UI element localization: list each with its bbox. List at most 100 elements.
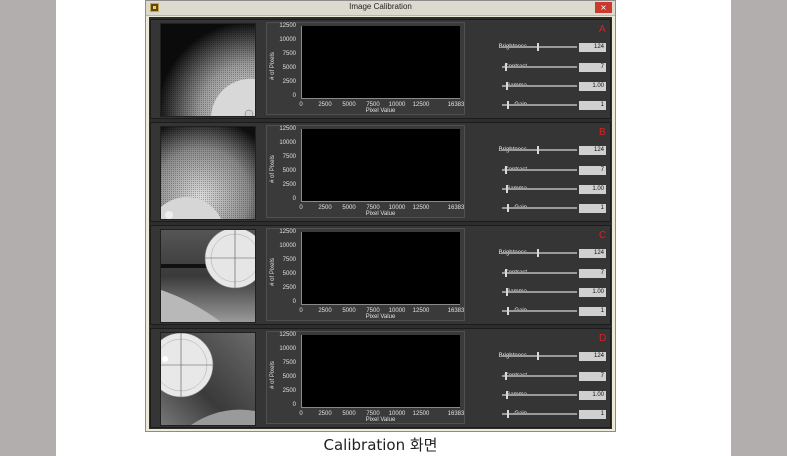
- client-area: # of Pixels 12500 10000 7500 5000 2500 0…: [149, 17, 612, 429]
- gamma-slider[interactable]: [502, 82, 577, 90]
- contrast-value-field[interactable]: 7: [579, 63, 606, 72]
- gamma-slider[interactable]: [502, 185, 577, 193]
- slider-knob[interactable]: [537, 146, 539, 154]
- slider-knob[interactable]: [537, 352, 539, 360]
- slider-knob[interactable]: [537, 249, 539, 257]
- left-margin: [0, 0, 56, 456]
- y-tick: 2500: [282, 79, 296, 85]
- y-tick: 5000: [282, 374, 296, 380]
- y-tick: 10000: [279, 140, 296, 146]
- slider-knob[interactable]: [506, 391, 508, 399]
- y-tick: 7500: [282, 51, 296, 57]
- y-tick: 0: [292, 299, 296, 305]
- y-axis-line: [301, 129, 302, 202]
- slider-knob[interactable]: [506, 82, 508, 90]
- histogram-x-label: Pixel Value: [365, 314, 396, 320]
- histogram: # of Pixels 12500 10000 7500 5000 2500 0…: [266, 125, 465, 218]
- brightness-value-field[interactable]: 124: [579, 43, 606, 52]
- camera-image-thumbnail: [160, 126, 256, 220]
- histogram-y-label: # of Pixels: [270, 258, 276, 286]
- brightness-slider[interactable]: [502, 249, 577, 257]
- y-tick: 2500: [282, 388, 296, 394]
- contrast-value-field[interactable]: 7: [579, 269, 606, 278]
- gain-value-field[interactable]: 1: [579, 307, 606, 316]
- y-tick: 12500: [279, 23, 296, 29]
- camera-image-thumbnail: [160, 332, 256, 426]
- brightness-slider[interactable]: [502, 352, 577, 360]
- panel-letter: D: [599, 333, 607, 344]
- y-axis-line: [301, 232, 302, 305]
- y-tick: 2500: [282, 285, 296, 291]
- gamma-value-field[interactable]: 1.00: [579, 82, 606, 91]
- y-tick: 12500: [279, 332, 296, 338]
- y-tick: 0: [292, 196, 296, 202]
- brightness-value-field[interactable]: 124: [579, 352, 606, 361]
- x-axis-line: [301, 201, 460, 202]
- y-tick: 5000: [282, 271, 296, 277]
- y-tick: 7500: [282, 360, 296, 366]
- histogram: # of Pixels 12500 10000 7500 5000 2500 0…: [266, 228, 465, 321]
- brightness-slider[interactable]: [502, 146, 577, 154]
- contrast-slider[interactable]: [502, 372, 577, 380]
- gamma-value-field[interactable]: 1.00: [579, 288, 606, 297]
- y-tick: 12500: [279, 229, 296, 235]
- x-axis-line: [301, 407, 460, 408]
- histogram-y-label: # of Pixels: [270, 52, 276, 80]
- gain-slider[interactable]: [502, 307, 577, 315]
- slider-knob[interactable]: [507, 307, 509, 315]
- contrast-slider[interactable]: [502, 63, 577, 71]
- y-tick: 10000: [279, 37, 296, 43]
- y-axis-line: [301, 335, 302, 408]
- close-button[interactable]: ×: [595, 2, 612, 13]
- slider-knob[interactable]: [505, 269, 507, 277]
- gamma-value-field[interactable]: 1.00: [579, 185, 606, 194]
- gain-value-field[interactable]: 1: [579, 101, 606, 110]
- y-tick: 0: [292, 402, 296, 408]
- gain-slider[interactable]: [502, 101, 577, 109]
- contrast-slider[interactable]: [502, 166, 577, 174]
- brightness-slider[interactable]: [502, 43, 577, 51]
- panel-letter: A: [599, 24, 606, 35]
- brightness-value-field[interactable]: 124: [579, 249, 606, 258]
- histogram-y-label: # of Pixels: [270, 361, 276, 389]
- calibration-panel-b: # of Pixels 12500 10000 7500 5000 2500 0…: [150, 122, 611, 222]
- histogram: # of Pixels 12500 10000 7500 5000 2500 0…: [266, 22, 465, 115]
- slider-knob[interactable]: [507, 204, 509, 212]
- calibration-panel-c: # of Pixels 12500 10000 7500 5000 2500 0…: [150, 225, 611, 325]
- contrast-value-field[interactable]: 7: [579, 372, 606, 381]
- slider-knob[interactable]: [506, 185, 508, 193]
- slider-knob[interactable]: [505, 63, 507, 71]
- x-axis-line: [301, 98, 460, 99]
- slider-knob[interactable]: [507, 410, 509, 418]
- gamma-value-field[interactable]: 1.00: [579, 391, 606, 400]
- gain-slider[interactable]: [502, 410, 577, 418]
- y-tick: 10000: [279, 243, 296, 249]
- gain-value-field[interactable]: 1: [579, 410, 606, 419]
- y-tick: 10000: [279, 346, 296, 352]
- panel-letter: C: [599, 230, 607, 241]
- gamma-slider[interactable]: [502, 288, 577, 296]
- slider-knob[interactable]: [505, 372, 507, 380]
- window-title: Image Calibration: [349, 2, 412, 11]
- brightness-value-field[interactable]: 124: [579, 146, 606, 155]
- slider-knob[interactable]: [507, 101, 509, 109]
- histogram-x-label: Pixel Value: [365, 108, 396, 114]
- y-axis-line: [301, 26, 302, 99]
- gain-slider[interactable]: [502, 204, 577, 212]
- histogram-x-label: Pixel Value: [365, 417, 396, 423]
- camera-image-thumbnail: [160, 229, 256, 323]
- contrast-value-field[interactable]: 7: [579, 166, 606, 175]
- contrast-slider[interactable]: [502, 269, 577, 277]
- title-bar[interactable]: Image Calibration ×: [146, 1, 615, 16]
- y-tick: 5000: [282, 168, 296, 174]
- histogram-plot: [301, 335, 460, 407]
- y-tick: 12500: [279, 126, 296, 132]
- slider-knob[interactable]: [505, 166, 507, 174]
- gain-value-field[interactable]: 1: [579, 204, 606, 213]
- histogram-x-label: Pixel Value: [365, 211, 396, 217]
- slider-knob[interactable]: [537, 43, 539, 51]
- y-tick: 7500: [282, 154, 296, 160]
- slider-knob[interactable]: [506, 288, 508, 296]
- y-tick: 0: [292, 93, 296, 99]
- gamma-slider[interactable]: [502, 391, 577, 399]
